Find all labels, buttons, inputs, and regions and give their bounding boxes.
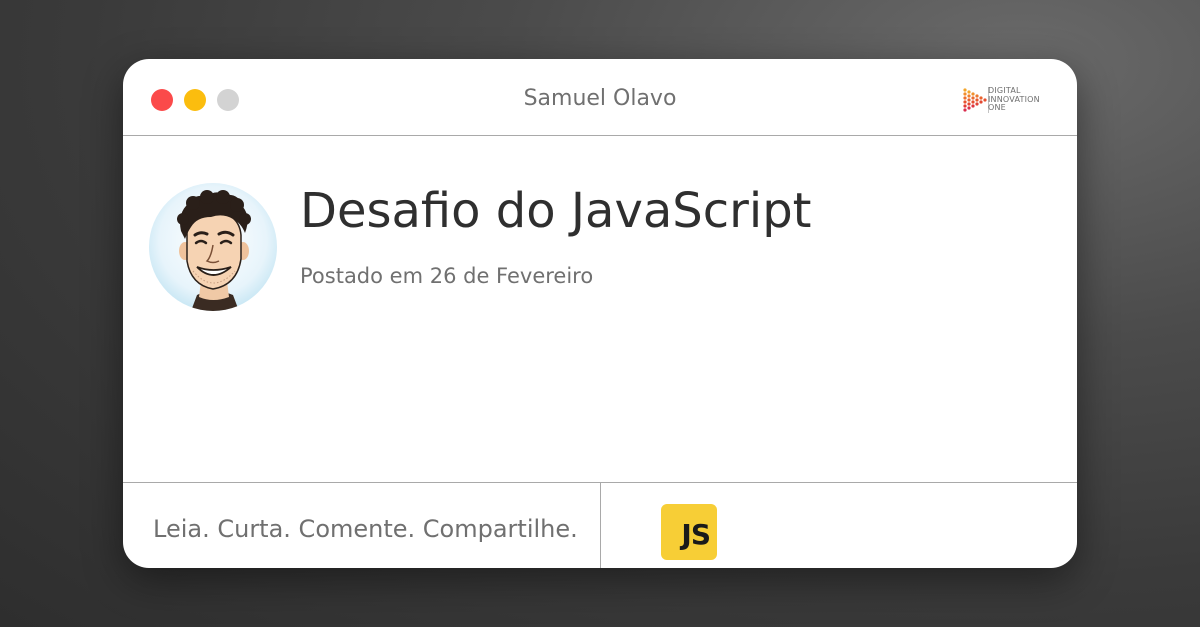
post-card: Samuel Olavo DIGITAL INNOVATION ONE Desa… xyxy=(123,59,1077,568)
javascript-icon: JS xyxy=(661,504,717,560)
author-avatar xyxy=(149,183,277,311)
window-titlebar: Samuel Olavo DIGITAL INNOVATION ONE xyxy=(123,59,1077,136)
logo-wordmark: DIGITAL INNOVATION ONE xyxy=(988,86,1040,113)
post-date: Postado em 26 de Fevereiro xyxy=(300,264,594,288)
footer-divider xyxy=(600,483,601,568)
js-badge-label: JS xyxy=(681,518,711,551)
logo-line-3: ONE xyxy=(988,103,1006,112)
window-title: Samuel Olavo xyxy=(523,86,677,111)
footer-tagline: Leia. Curta. Comente. Compartilhe. xyxy=(153,515,578,543)
post-title: Desafio do JavaScript xyxy=(300,183,812,239)
card-footer: Leia. Curta. Comente. Compartilhe. JS xyxy=(123,482,1077,568)
avatar-illustration-icon xyxy=(149,183,277,311)
